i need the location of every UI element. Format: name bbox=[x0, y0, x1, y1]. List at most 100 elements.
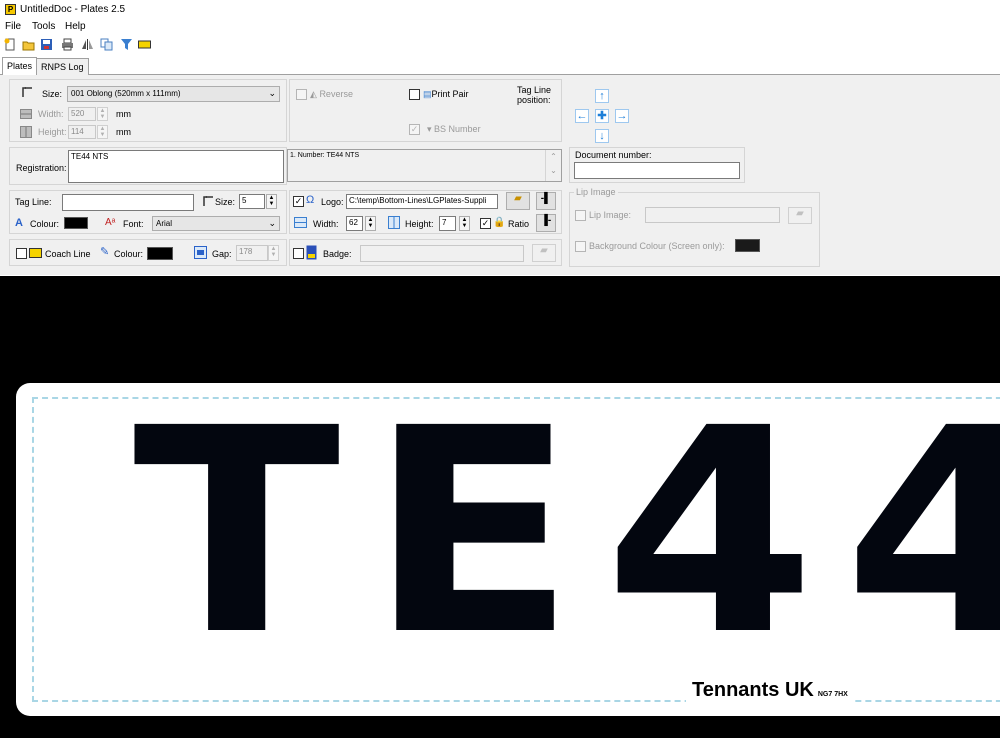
gap-input[interactable]: 178 bbox=[236, 245, 268, 261]
logo-width-stepper[interactable]: ▲ ▼ bbox=[365, 216, 376, 231]
coach-line-group: Coach Line ✎ Colour: Gap: 178 ▲ ▼ bbox=[9, 239, 287, 266]
print-icon[interactable] bbox=[61, 38, 74, 51]
bs-number-checkbox[interactable]: ✓ bbox=[409, 124, 420, 135]
folder-icon: ▰ bbox=[796, 208, 804, 219]
registration-group: Registration: TE44 NTS bbox=[9, 147, 287, 185]
move-left-button[interactable]: ← bbox=[575, 109, 589, 123]
gap-icon bbox=[194, 246, 207, 259]
menu-tools[interactable]: Tools bbox=[32, 21, 55, 32]
coach-colour-swatch[interactable] bbox=[147, 247, 173, 260]
bs-number-label-text: BS Number bbox=[434, 124, 481, 134]
plate-icon[interactable] bbox=[138, 38, 151, 51]
print-pair-checkbox[interactable] bbox=[409, 89, 420, 100]
logo-height-input[interactable]: 7 bbox=[439, 216, 456, 231]
badge-browse-button[interactable]: ▰ bbox=[532, 244, 556, 262]
coach-line-checkbox[interactable] bbox=[16, 248, 27, 259]
tag-line-group: Tag Line: Size: 5 ▲ ▼ A Colour: Aᵃ Font: … bbox=[9, 190, 287, 234]
tag-size-stepper[interactable]: ▲ ▼ bbox=[266, 194, 277, 209]
width-stepper[interactable]: ▲ ▼ bbox=[97, 107, 108, 121]
toolbar bbox=[0, 36, 1000, 56]
width-input[interactable]: 520 bbox=[68, 107, 96, 121]
registration-input[interactable]: TE44 NTS bbox=[68, 150, 284, 183]
badge-group: Badge: ▰ bbox=[289, 239, 562, 266]
new-icon[interactable] bbox=[4, 38, 17, 51]
tag-line-input[interactable] bbox=[62, 194, 194, 211]
document-number-label: Document number: bbox=[575, 150, 652, 160]
logo-height-icon bbox=[388, 216, 400, 229]
logo-width-input[interactable]: 62 bbox=[346, 216, 363, 231]
open-icon[interactable] bbox=[22, 38, 35, 51]
options-group: ◭ Reverse ▤Print Pair ✓ ▾ BS Number Tag … bbox=[289, 79, 562, 142]
document-number-group: Document number: bbox=[569, 147, 745, 183]
tag-size-input[interactable]: 5 bbox=[239, 194, 265, 209]
badge-checkbox[interactable] bbox=[293, 248, 304, 259]
number-list-scrollbar[interactable]: ⌃ ⌄ bbox=[545, 150, 561, 181]
gap-stepper[interactable]: ▲ ▼ bbox=[268, 245, 279, 261]
document-number-input[interactable] bbox=[574, 162, 740, 179]
tag-line-label: Tag Line: bbox=[15, 197, 52, 207]
logo-height-stepper[interactable]: ▲ ▼ bbox=[459, 216, 470, 231]
align-left-icon: ▐- bbox=[540, 215, 552, 226]
move-up-button[interactable]: ↑ bbox=[595, 89, 609, 103]
width-unit: mm bbox=[116, 109, 131, 119]
logo-browse-button[interactable]: ▰ bbox=[506, 192, 530, 210]
plate-registration-text: TE44 NTS bbox=[133, 367, 1000, 697]
tab-strip: Plates RNPS Log bbox=[0, 57, 1000, 76]
mirror-icon[interactable] bbox=[81, 38, 94, 51]
height-input[interactable]: 114 bbox=[68, 125, 96, 139]
chevron-down-icon: ⌄ bbox=[268, 88, 276, 98]
logo-width-icon bbox=[294, 217, 307, 228]
filter-icon[interactable] bbox=[120, 38, 133, 51]
logo-label: Logo: bbox=[321, 197, 344, 207]
height-unit: mm bbox=[116, 127, 131, 137]
gap-label: Gap: bbox=[212, 249, 232, 259]
plate-preview: TE44 NTS Tennants UKNG7 7HX bbox=[0, 276, 1000, 738]
menu-file[interactable]: File bbox=[5, 21, 21, 32]
lip-image-checkbox[interactable] bbox=[575, 210, 586, 221]
lip-image-browse-button[interactable]: ▰ bbox=[788, 207, 812, 224]
window-title: UntitledDoc - Plates 2.5 bbox=[20, 4, 126, 15]
tag-colour-swatch[interactable] bbox=[64, 217, 88, 229]
lip-image-group-label: Lip Image bbox=[574, 187, 618, 197]
move-down-button[interactable]: ↓ bbox=[595, 129, 609, 143]
background-colour-swatch[interactable] bbox=[735, 239, 760, 252]
reverse-label: ◭ Reverse bbox=[310, 89, 353, 100]
tab-plates[interactable]: Plates bbox=[2, 57, 38, 76]
tab-rnps-log[interactable]: RNPS Log bbox=[36, 58, 89, 75]
size-select-value: 001 Oblong (520mm x 111mm) bbox=[71, 89, 181, 98]
logo-align-left-button[interactable]: ▐- bbox=[536, 214, 556, 232]
move-right-button[interactable]: → bbox=[615, 109, 629, 123]
tag-size-label: Size: bbox=[215, 197, 236, 207]
tag-font-select[interactable]: Arial ⌄ bbox=[152, 216, 280, 231]
number-list-item[interactable]: 1. Number: TE44 NTS bbox=[290, 152, 359, 159]
width-label: Width: bbox=[38, 109, 64, 119]
registration-label: Registration: bbox=[16, 163, 67, 173]
reverse-checkbox[interactable] bbox=[296, 89, 307, 100]
number-list[interactable]: 1. Number: TE44 NTS ⌃ ⌄ bbox=[287, 149, 562, 182]
tag-line-position-label: Tag Line position: bbox=[517, 85, 552, 105]
supplier-mark: Tennants UK NG7 7HX bbox=[686, 679, 854, 702]
size-select[interactable]: 001 Oblong (520mm x 111mm) ⌄ bbox=[67, 86, 280, 102]
logo-path-input[interactable]: C:\temp\Bottom-Lines\LGPlates-Suppli bbox=[346, 194, 498, 209]
badge-input[interactable] bbox=[360, 245, 524, 262]
copy-icon[interactable] bbox=[100, 38, 113, 51]
menu-help[interactable]: Help bbox=[65, 21, 86, 32]
center-button[interactable]: ✚ bbox=[595, 109, 609, 123]
paint-icon: ✎ bbox=[100, 246, 110, 258]
tag-colour-label: Colour: bbox=[30, 219, 60, 229]
logo-group: ✓ Ω Logo: C:\temp\Bottom-Lines\LGPlates-… bbox=[289, 190, 562, 234]
background-colour-checkbox[interactable] bbox=[575, 241, 586, 252]
plate: TE44 NTS Tennants UKNG7 7HX bbox=[16, 383, 1000, 716]
folder-icon: ▰ bbox=[514, 193, 522, 204]
save-icon[interactable] bbox=[40, 38, 53, 51]
logo-align-right-button[interactable]: -▌ bbox=[536, 192, 556, 210]
logo-checkbox[interactable]: ✓ bbox=[293, 196, 304, 207]
ratio-checkbox[interactable]: ✓ bbox=[480, 218, 491, 229]
lip-image-input[interactable] bbox=[645, 207, 780, 223]
supplier-name: Tennants UK bbox=[692, 679, 814, 701]
background-colour-label: Background Colour (Screen only): bbox=[589, 241, 725, 251]
height-icon bbox=[20, 126, 32, 138]
height-stepper[interactable]: ▲ ▼ bbox=[97, 125, 108, 139]
logo-height-label: Height: bbox=[405, 219, 434, 229]
print-pair-label-text: Print Pair bbox=[431, 89, 469, 99]
